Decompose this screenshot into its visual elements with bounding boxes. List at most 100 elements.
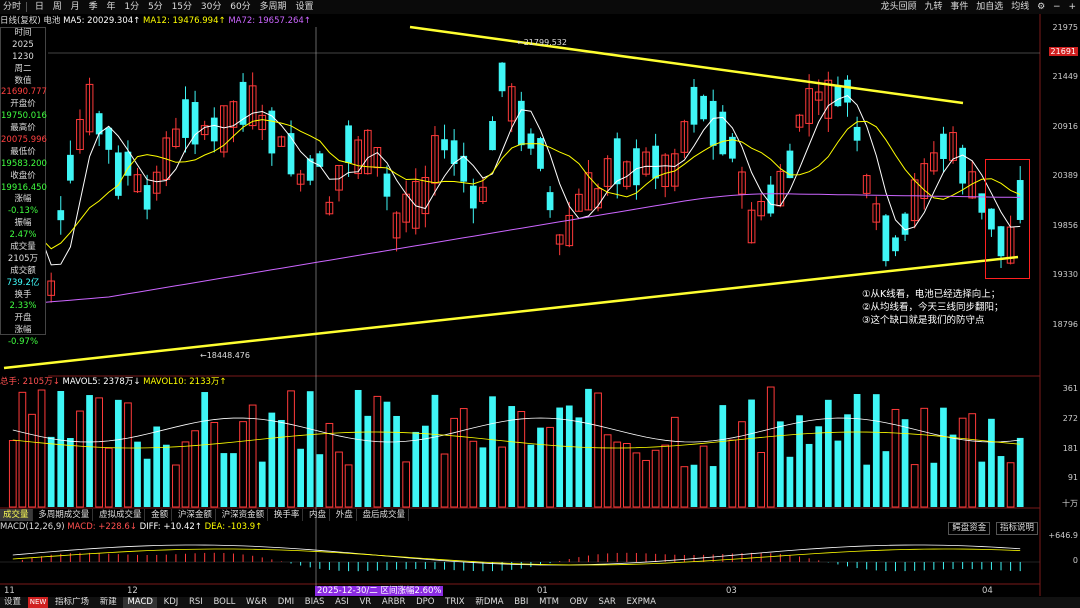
indicator-item[interactable]: MTM [535,597,563,608]
candle-body [633,148,640,186]
candle-body [709,100,717,146]
indicator-bar: 设置 NEW 指标广场 新建 MACD KDJ RSI BOLL W&R DMI… [0,597,1080,608]
indicator-tab[interactable]: 多周期成交量 [35,509,94,521]
info-panel: 时间 2025 1230 周二 数值 21690.777 开盘价 19750.016 最高价 20… [0,27,47,347]
indicator-macd[interactable]: MACD [123,597,157,608]
indicator-item[interactable]: BOLL [210,597,240,608]
volume-bar [940,407,947,507]
info-row: 最低价 [10,146,36,157]
dea-value: DEA: -103.9↑ [204,522,263,532]
indicator-item[interactable]: VR [355,597,375,608]
capital-button[interactable]: 鳄盘资金 [948,522,991,535]
volume-bar [978,461,986,507]
candle-body [105,127,113,150]
low-annotation: ←18448.476 [200,351,250,360]
volume-bar [230,453,237,507]
volume-bar [344,464,353,508]
indicator-help-button[interactable]: 指标说明 [995,522,1038,535]
volume-bar [910,464,919,508]
dea-line [12,548,1021,566]
resistance-trendline [409,25,964,105]
candle-body [690,86,698,125]
indicator-square-button[interactable]: 指标广场 [51,597,93,608]
settings-button[interactable]: 设置 [0,597,25,608]
info-row: 换手 [14,289,32,300]
indicator-item[interactable]: RSI [185,597,207,608]
indicator-tab[interactable]: 金额 [148,509,173,521]
volume-bar [766,386,775,508]
candle-body [901,213,909,235]
info-row: 2.33% [9,301,37,312]
volume-bar [815,426,823,507]
volume-bar [258,461,266,507]
indicator-tab[interactable]: 虚拟成交量 [96,509,146,521]
volume-bar [479,447,487,507]
volume-bar [469,440,478,508]
price-tick-label: 19856 [1052,221,1078,230]
indicator-tab[interactable]: 沪深金额 [175,509,216,521]
volume-bar [47,436,55,507]
macd-name: MACD(12,26,9) [0,522,65,532]
indicator-item[interactable]: BBI [510,597,532,608]
indicator-tab[interactable]: 内盘 [306,509,331,521]
candle-body [517,100,525,146]
date-label: 01 [537,586,548,596]
indicator-tab[interactable]: 盘后成交量 [359,509,409,521]
price-tick-label: 20916 [1052,122,1078,131]
volume-bar [575,417,583,507]
volume-bar [556,407,564,507]
candle-body [287,133,295,175]
info-row: 收盘价 [10,170,36,181]
macd-header: MACD(12,26,9) MACD: +228.6↓ DIFF: +10.42… [0,522,262,533]
tab-volume[interactable]: 成交量 [0,509,33,521]
indicator-item[interactable]: DMI [274,597,298,608]
indicator-item[interactable]: TRIX [441,597,468,608]
ma5-line [12,95,1021,266]
volume-bar [278,419,285,507]
indicator-item[interactable]: SAR [594,597,619,608]
volume-bar [297,448,304,507]
indicator-item[interactable]: W&R [242,597,271,608]
volume-bar [489,396,496,507]
macd-value: MACD: +228.6↓ [67,522,137,532]
info-row: -0.97% [7,337,39,348]
indicator-item[interactable]: BIAS [301,597,329,608]
volume-bar [143,458,151,507]
info-row: 最高价 [10,123,36,134]
candle-body [441,139,448,151]
volume-bar [738,421,746,508]
indicator-item[interactable]: 新DMA [471,597,507,608]
price-tick-label: 21449 [1052,72,1078,81]
volume-bar [834,440,842,507]
info-row: 1230 [12,51,34,62]
mavol5: MAVOL5: 2378万↓ [62,377,141,387]
volume-bar [412,431,420,507]
new-indicator-button[interactable]: 新建 [96,597,121,608]
volume-bar [498,446,506,508]
candle-body [527,133,535,149]
high-value: 21799.532 [523,38,567,47]
indicator-item[interactable]: KDJ [160,597,183,608]
candle-body [882,215,890,262]
volume-bar [517,411,526,508]
info-row: 2025 [12,39,34,50]
volume-bar [863,464,871,507]
note-line: ①从K线看，电池已经选择向上； [862,289,1001,300]
indicator-tab[interactable]: 外盘 [333,509,357,521]
indicator-item[interactable]: EXPMA [622,597,659,608]
indicator-item[interactable]: DPO [412,597,438,608]
indicator-item[interactable]: OBV [566,597,592,608]
indicator-item[interactable]: ASI [331,597,353,608]
volume-bar [402,461,411,508]
volume-bar [824,399,832,507]
indicator-tab[interactable]: 沪深资金额 [219,509,269,521]
volume-bar [306,391,314,507]
indicator-tab[interactable]: 换手率 [271,509,304,521]
volume-bar [988,418,995,507]
info-row: 成交额 [10,265,36,276]
indicator-item[interactable]: ARBR [378,597,409,608]
price-tick-label: 21691 [1048,47,1078,56]
mavol10: MAVOL10: 2133万↑ [143,377,227,387]
date-label: 12 [127,586,138,596]
candle-body [182,99,189,138]
